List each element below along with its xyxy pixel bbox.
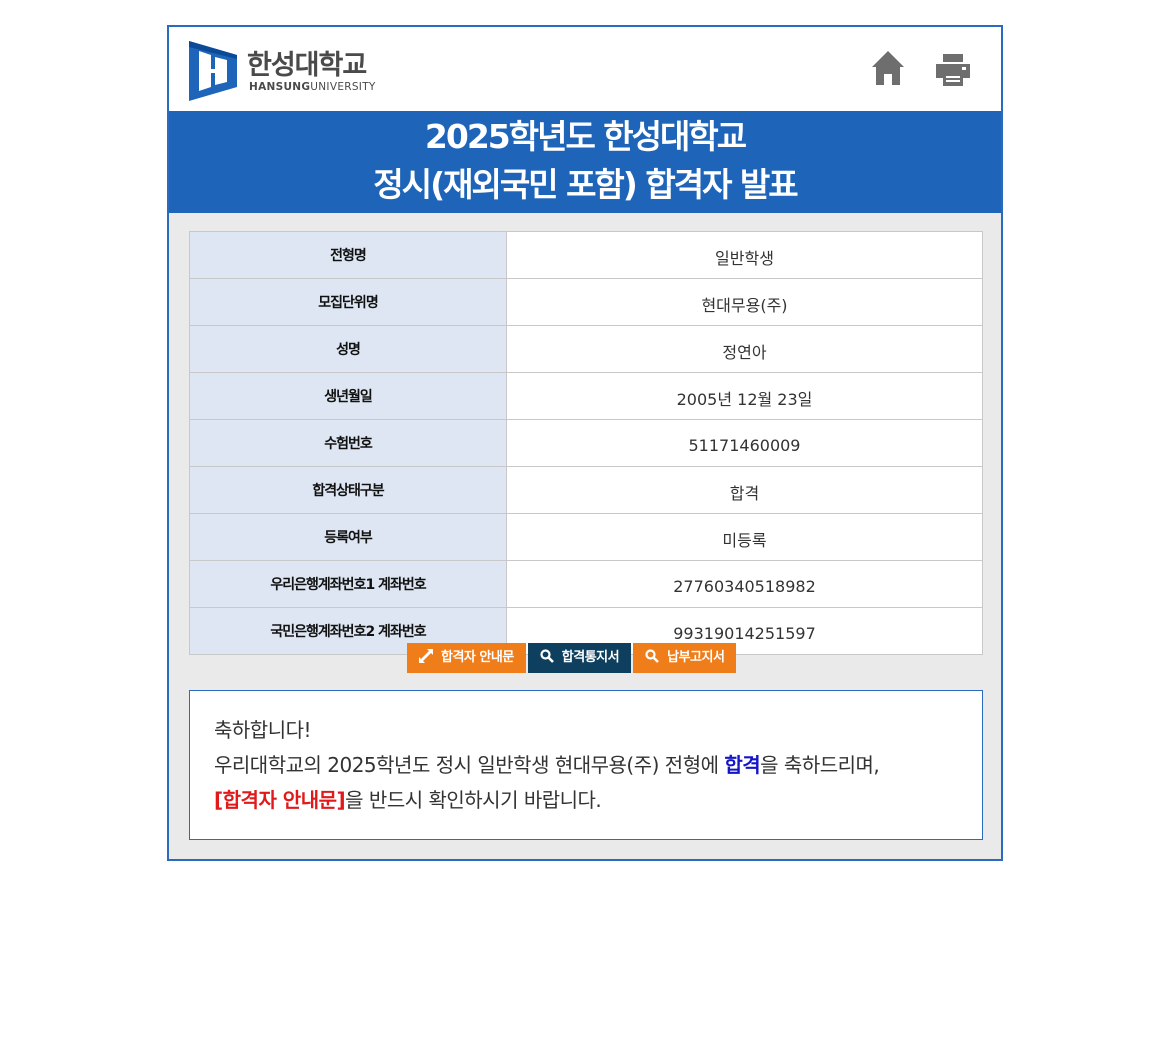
result-panel: 한성대학교 HANSUNGUNIVERSITY 2025학년도 한성대학교 정시… — [167, 25, 1003, 861]
row-value: 2005년 12월 23일 — [506, 372, 983, 420]
row-label: 우리은행계좌번호1 계좌번호 — [189, 560, 507, 608]
message-line-3: [합격자 안내문]을 반드시 확인하시기 바랍니다. — [214, 783, 879, 818]
row-label: 등록여부 — [189, 513, 507, 561]
admission-notice-button[interactable]: 합격통지서 — [527, 643, 632, 673]
row-value: 51171460009 — [506, 419, 983, 467]
message-line-2-text: 우리대학교의 2025학년도 정시 일반학생 현대무용(주) 전형에 — [214, 753, 725, 777]
row-label: 모집단위명 — [189, 278, 507, 326]
table-row: 수험번호 51171460009 — [189, 419, 983, 467]
table-row: 생년월일 2005년 12월 23일 — [189, 372, 983, 420]
print-icon — [936, 54, 970, 86]
row-value: 정연아 — [506, 325, 983, 373]
message-line-3-tail: 을 반드시 확인하시기 바랍니다. — [345, 788, 602, 812]
table-row: 합격상태구분 합격 — [189, 466, 983, 514]
logo-english-rest: UNIVERSITY — [310, 81, 376, 93]
action-buttons: 합격자 안내문 합격통지서 납부고지서 — [407, 643, 738, 673]
table-row: 모집단위명 현대무용(주) — [189, 278, 983, 326]
payment-invoice-label: 납부고지서 — [667, 650, 725, 665]
table-row: 전형명 일반학생 — [189, 231, 983, 279]
row-label: 생년월일 — [189, 372, 507, 420]
logo-english-bold: HANSUNG — [249, 81, 311, 93]
print-button[interactable] — [935, 53, 971, 87]
table-row: 우리은행계좌번호1 계좌번호 27760340518982 — [189, 560, 983, 608]
congratulation-message-box: 축하합니다! 우리대학교의 2025학년도 정시 일반학생 현대무용(주) 전형… — [189, 690, 983, 840]
payment-invoice-button[interactable]: 납부고지서 — [633, 643, 737, 673]
logo-english-text: HANSUNGUNIVERSITY — [249, 81, 376, 93]
message-line-2: 우리대학교의 2025학년도 정시 일반학생 현대무용(주) 전형에 합격을 축… — [214, 748, 880, 783]
message-line-2-tail: 을 축하드리며, — [760, 753, 880, 777]
search-icon — [645, 649, 660, 663]
row-value: 미등록 — [506, 513, 983, 561]
row-value: 일반학생 — [506, 231, 983, 279]
guide-highlight: [합격자 안내문] — [214, 788, 346, 812]
row-value: 27760340518982 — [506, 560, 983, 608]
page-title-band: 2025학년도 한성대학교 정시(재외국민 포함) 합격자 발표 — [169, 111, 1001, 213]
row-label: 성명 — [189, 325, 507, 373]
row-value: 현대무용(주) — [506, 278, 983, 326]
admission-guide-label: 합격자 안내문 — [441, 650, 514, 665]
congratulation-message: 축하합니다! 우리대학교의 2025학년도 정시 일반학생 현대무용(주) 전형… — [214, 713, 880, 818]
page-title-line-1: 2025학년도 한성대학교 — [424, 117, 747, 156]
message-line-1: 축하합니다! — [214, 718, 312, 742]
row-value: 합격 — [506, 466, 983, 514]
search-icon — [540, 649, 554, 663]
row-label: 전형명 — [189, 231, 507, 279]
home-button[interactable] — [871, 49, 905, 87]
top-bar: 한성대학교 HANSUNGUNIVERSITY — [169, 27, 1001, 111]
row-label: 수험번호 — [189, 419, 507, 467]
page-title-line-2: 정시(재외국민 포함) 합격자 발표 — [373, 165, 798, 204]
table-row: 성명 정연아 — [189, 325, 983, 373]
university-logo[interactable]: 한성대학교 HANSUNGUNIVERSITY — [189, 41, 389, 101]
admission-notice-label: 합격통지서 — [561, 650, 620, 665]
hansung-logo-mark-icon — [189, 41, 237, 101]
applicant-info-table: 전형명 일반학생 모집단위명 현대무용(주) 성명 정연아 생년월일 2005년… — [189, 231, 983, 655]
row-label: 합격상태구분 — [189, 466, 507, 514]
home-icon — [872, 51, 904, 85]
admission-guide-button[interactable]: 합격자 안내문 — [407, 643, 526, 673]
logo-korean-text: 한성대학교 — [247, 50, 367, 81]
pass-highlight: 합격 — [724, 753, 761, 777]
table-row: 등록여부 미등록 — [189, 513, 983, 561]
expand-icon — [419, 649, 433, 663]
applicant-info-body: 전형명 일반학생 모집단위명 현대무용(주) 성명 정연아 생년월일 2005년… — [189, 231, 983, 655]
